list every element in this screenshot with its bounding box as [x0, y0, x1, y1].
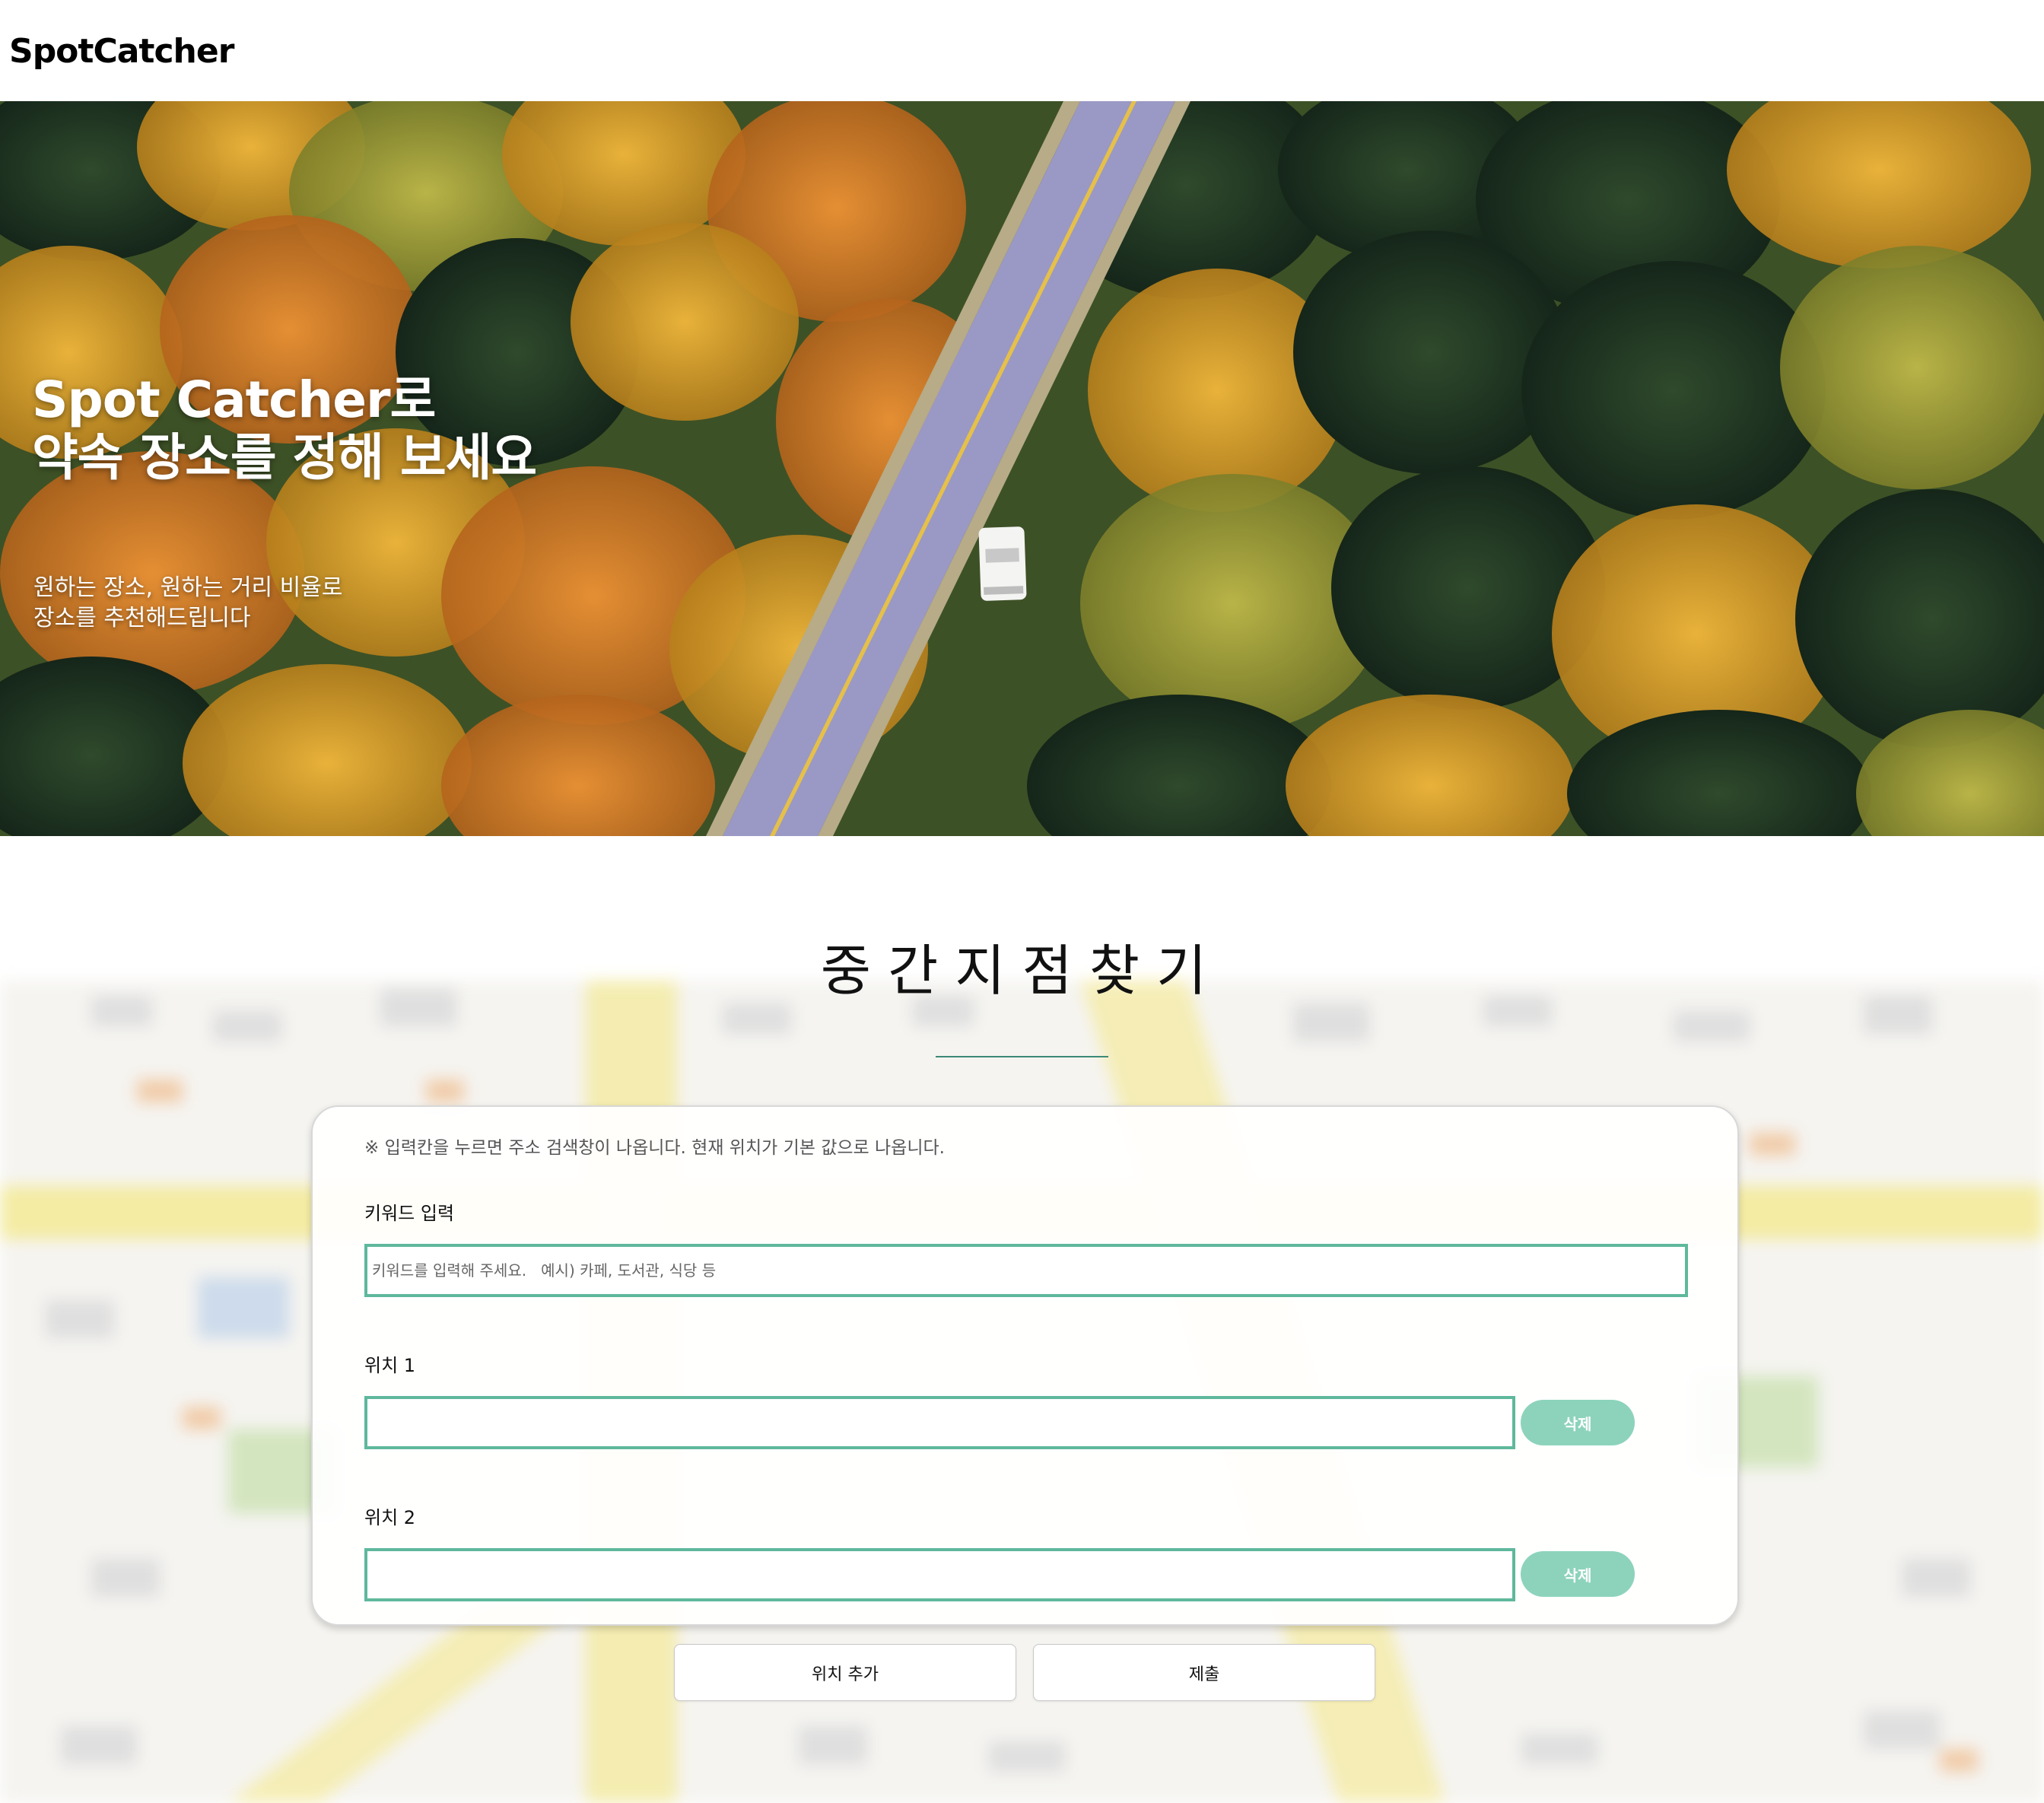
hero-title-line-2: 약속 장소를 정해 보세요 — [32, 428, 537, 487]
location-2-delete-button[interactable]: 삭제 — [1521, 1551, 1635, 1597]
search-form-card: ※ 입력칸을 누르면 주소 검색창이 나옵니다. 현재 위치가 기본 값으로 나… — [311, 1105, 1739, 1626]
hero-title: Spot Catcher로 약속 장소를 정해 보세요 — [32, 370, 537, 487]
location-1-label: 위치 1 — [364, 1355, 416, 1376]
hero-subtitle-line-1: 원하는 장소, 원하는 거리 비율로 — [33, 574, 343, 601]
site-header: SpotCatcher — [0, 0, 2044, 101]
keyword-label: 키워드 입력 — [364, 1203, 455, 1224]
location-2-input[interactable] — [364, 1548, 1515, 1601]
hero-subtitle-line-2: 장소를 추천해드립니다 — [33, 605, 251, 631]
add-location-button[interactable]: 위치 추가 — [674, 1644, 1016, 1701]
hero-banner: Spot Catcher로 약속 장소를 정해 보세요 원하는 장소, 원하는 … — [0, 101, 2044, 836]
location-1-input[interactable] — [364, 1396, 1515, 1449]
hero-subtitle: 원하는 장소, 원하는 거리 비율로 장소를 추천해드립니다 — [33, 573, 342, 634]
form-notice: ※ 입력칸을 누르면 주소 검색창이 나옵니다. 현재 위치가 기본 값으로 나… — [364, 1138, 945, 1158]
midpoint-finder-section: 중간지점찾기 ※ 입력칸을 누르면 주소 검색창이 나옵니다. 현재 위치가 기… — [0, 836, 2044, 1803]
location-1-delete-button[interactable]: 삭제 — [1521, 1400, 1635, 1445]
logo[interactable]: SpotCatcher — [9, 32, 234, 71]
title-underline — [936, 1056, 1108, 1057]
section-title: 중간지점찾기 — [820, 939, 1224, 1003]
submit-button[interactable]: 제출 — [1033, 1644, 1375, 1701]
keyword-input[interactable] — [364, 1244, 1688, 1297]
location-2-label: 위치 2 — [364, 1507, 416, 1528]
hero-title-line-1: Spot Catcher로 — [32, 370, 436, 429]
